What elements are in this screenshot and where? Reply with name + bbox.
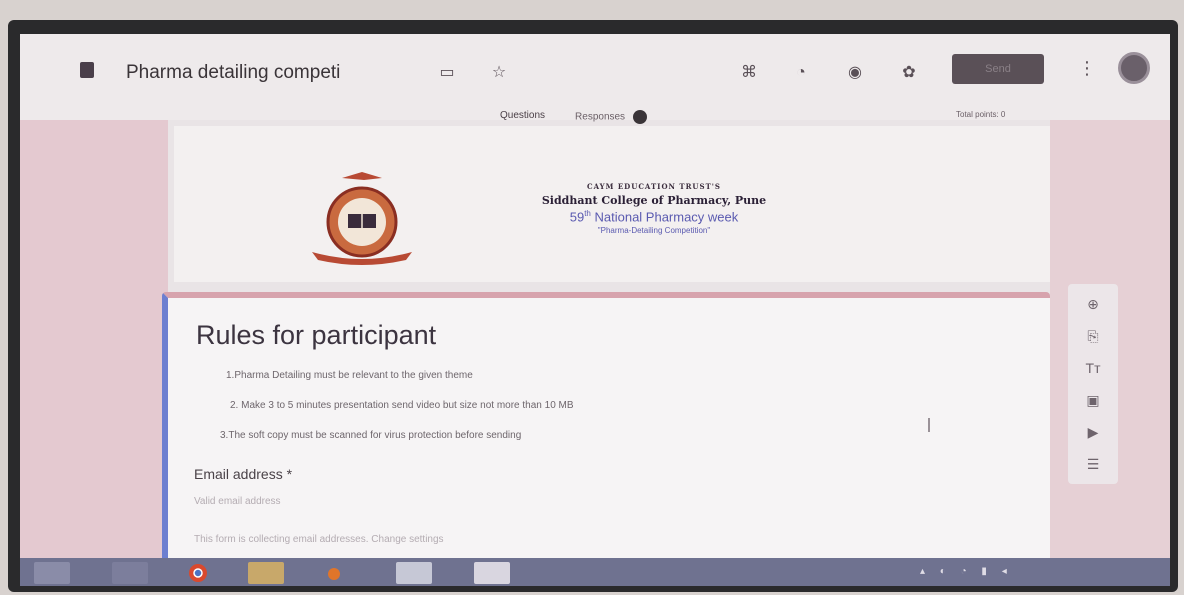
media-player-icon[interactable]: [316, 562, 352, 584]
form-title[interactable]: Pharma detailing competi: [126, 62, 340, 84]
rule-item[interactable]: 3.The soft copy must be scanned for viru…: [220, 430, 521, 441]
add-question-icon[interactable]: ⊕: [1083, 294, 1103, 314]
star-icon[interactable]: ☆: [490, 64, 508, 82]
email-field-label: Email address *: [194, 466, 293, 482]
rule-item[interactable]: 2. Make 3 to 5 minutes presentation send…: [230, 400, 574, 411]
college-name: Siddhant College of Pharmacy, Pune: [541, 194, 767, 207]
account-avatar[interactable]: [1118, 52, 1150, 84]
folder-icon[interactable]: ▭: [438, 64, 456, 82]
header-banner-image: CAYM EDUCATION TRUST'S Siddhant College …: [174, 126, 1050, 282]
folder-taskbar-icon[interactable]: [248, 562, 284, 584]
week-suffix: th: [584, 209, 591, 218]
rule-item[interactable]: 1.Pharma Detailing must be relevant to t…: [226, 370, 473, 381]
responses-count-badge: [633, 110, 648, 124]
add-video-icon[interactable]: ▶: [1083, 422, 1103, 442]
trust-name: CAYM EDUCATION TRUST'S: [587, 182, 721, 191]
total-points: Total points: 0: [956, 110, 1006, 119]
add-section-icon[interactable]: ☰: [1083, 454, 1103, 474]
send-button[interactable]: Send: [952, 54, 1044, 84]
add-image-icon[interactable]: ▣: [1083, 390, 1103, 410]
taskbar: ▴ ◐ ◔ ▮ ◂: [20, 558, 1170, 586]
start-button[interactable]: [34, 562, 70, 584]
more-options-icon[interactable]: ⋮: [1078, 58, 1096, 79]
college-logo: [312, 172, 412, 265]
banner-text: CAYM EDUCATION TRUST'S Siddhant College …: [464, 182, 844, 235]
email-field[interactable]: Valid email address: [194, 496, 281, 507]
text-cursor: [928, 418, 930, 432]
taskbar-app[interactable]: [396, 562, 432, 584]
taskbar-app[interactable]: [112, 562, 148, 584]
screen: Pharma detailing competi ▭ ☆ ⌘ ◔ ◉ ✿ Sen…: [20, 34, 1170, 586]
app-header: Pharma detailing competi ▭ ☆ ⌘ ◔ ◉ ✿ Sen…: [20, 34, 1170, 130]
forms-doc-icon[interactable]: [80, 62, 94, 78]
background-left: [20, 120, 168, 560]
settings-gear-icon[interactable]: ✿: [900, 64, 918, 82]
palette-icon[interactable]: ◔: [792, 64, 810, 82]
add-title-icon[interactable]: Tт: [1083, 358, 1103, 378]
competition-name: "Pharma-Detailing Competition": [597, 226, 711, 236]
taskbar-app[interactable]: [474, 562, 510, 584]
preview-eye-icon[interactable]: ◉: [846, 64, 864, 82]
system-tray[interactable]: ▴ ◐ ◔ ▮ ◂: [920, 566, 1013, 577]
week-text: National Pharmacy week: [594, 209, 739, 225]
form-description-card[interactable]: Rules for participant 1.Pharma Detailing…: [162, 292, 1050, 586]
form-heading[interactable]: Rules for participant: [196, 320, 436, 351]
addon-puzzle-icon[interactable]: ⌘: [740, 64, 758, 82]
email-collection-note: This form is collecting email addresses.…: [194, 534, 444, 545]
question-toolbar: ⊕ ⎘ Tт ▣ ▶ ☰: [1068, 284, 1118, 484]
event-week: 59th National Pharmacy week: [464, 209, 844, 224]
week-number: 59: [569, 209, 585, 225]
tab-responses-label: Responses: [575, 111, 626, 123]
chrome-icon[interactable]: [180, 562, 216, 584]
import-questions-icon[interactable]: ⎘: [1083, 326, 1103, 346]
